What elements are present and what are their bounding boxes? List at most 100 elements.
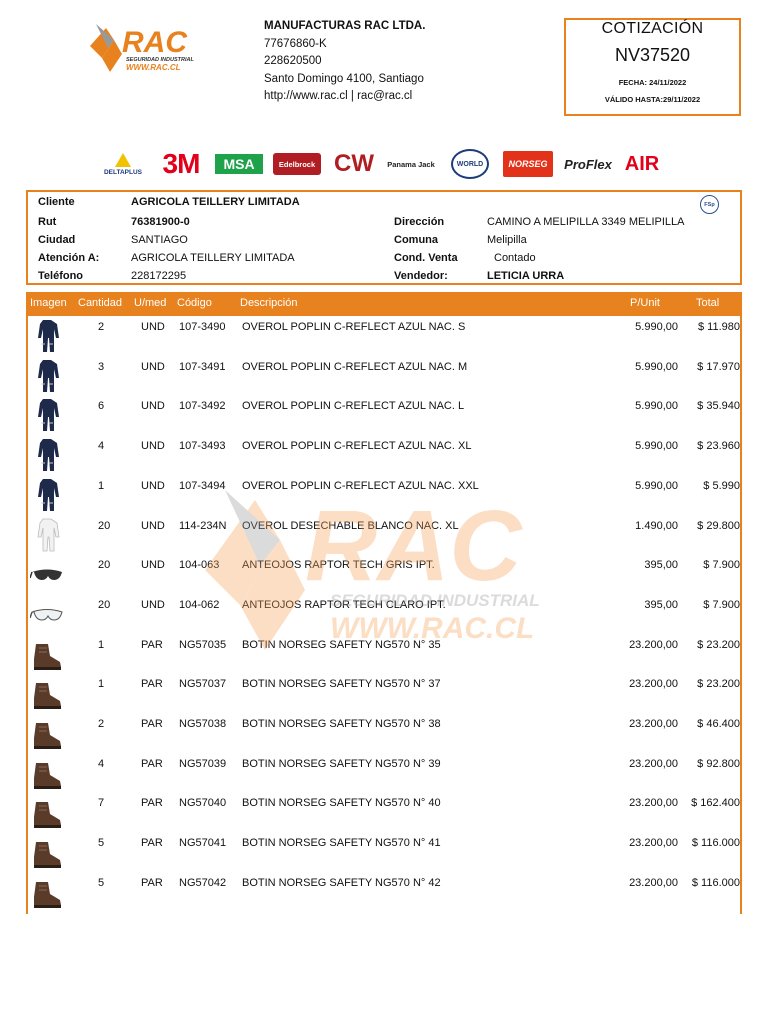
cell-descripcion: BOTIN NORSEG SAFETY NG570 N° 42 (242, 876, 441, 889)
brand-msa-logo: MSA (214, 146, 264, 182)
company-info: MANUFACTURAS RAC LTDA. 77676860-K 228620… (264, 18, 425, 106)
cell-umed: PAR (141, 718, 163, 730)
company-rut: 77676860-K (264, 37, 327, 50)
table-header: Imagen Cantidad U/med Código Descripción… (26, 292, 742, 316)
boot-icon (30, 636, 64, 672)
cell-codigo: 107-3494 (179, 479, 226, 492)
cell-descripcion: BOTIN NORSEG SAFETY NG570 N° 35 (242, 638, 441, 651)
boot-icon (30, 794, 64, 830)
boot-icon (30, 834, 64, 870)
cell-codigo: NG57039 (179, 757, 227, 770)
cell-descripcion: OVEROL POPLIN C-REFLECT AZUL NAC. S (242, 321, 466, 333)
cell-cantidad: 20 (98, 519, 111, 532)
cell-punit: 23.200,00 (629, 638, 678, 651)
cell-umed: UND (141, 400, 165, 413)
cell-codigo: 114-234N (179, 519, 227, 532)
company-name: MANUFACTURAS RAC LTDA. (264, 20, 426, 32)
brand-world-logo: WORLD (450, 146, 490, 182)
table-row: 7 PAR NG57040 BOTIN NORSEG SAFETY NG570 N° … (28, 792, 744, 832)
table-row: 1 PAR NG57035 BOTIN NORSEG SAFETY NG570 N° … (28, 634, 744, 674)
company-web[interactable]: http://www.rac.cl | rac@rac.cl (264, 88, 425, 106)
cell-punit: 23.200,00 (629, 876, 678, 889)
cell-descripcion: OVEROL POPLIN C-REFLECT AZUL NAC. M (242, 360, 468, 373)
cell-descripcion: BOTIN NORSEG SAFETY NG570 N° 39 (242, 757, 441, 770)
glasses-clear-icon (29, 596, 64, 632)
cell-codigo: 107-3492 (179, 400, 226, 413)
cell-cantidad: 20 (98, 559, 111, 572)
table-row: 5 PAR NG57042 BOTIN NORSEG SAFETY NG570 N° … (28, 872, 744, 912)
label-atencion: Atención A: (38, 252, 100, 264)
header-codigo: Código (177, 297, 212, 309)
company-address: Santo Domingo 4100, Santiago (264, 72, 424, 85)
cell-punit: 5.990,00 (635, 400, 678, 413)
cell-punit: 395,00 (644, 598, 678, 611)
cell-descripcion: BOTIN NORSEG SAFETY NG570 N° 40 (242, 797, 441, 810)
cell-punit: 395,00 (644, 559, 678, 572)
cell-punit: 5.990,00 (635, 440, 678, 453)
cell-codigo: NG57035 (179, 638, 227, 651)
table-row: 6 UND 107-3492 OVEROL POPLIN C-REFLECT AZUL… (28, 395, 744, 435)
boot-icon (30, 675, 64, 711)
boot-icon (30, 874, 64, 910)
cell-total: $ 162.400 (691, 797, 740, 810)
cell-descripcion: BOTIN NORSEG SAFETY NG570 N° 37 (242, 678, 441, 691)
cell-codigo: NG57042 (179, 876, 227, 889)
quote-valid: VÁLIDO HASTA:29/11/2022 (604, 95, 701, 104)
brand-strip: DELTAPLUS 3M MSA Edelbrock CW Panama Jac… (96, 146, 676, 182)
svg-text:RAC: RAC (122, 26, 188, 59)
cell-codigo: NG57041 (179, 837, 227, 850)
cell-descripcion: ANTEOJOS RAPTOR TECH CLARO IPT. (242, 598, 446, 611)
quote-box: COTIZACIÓN NV37520 FECHA: 24/11/2022 VÁL… (564, 18, 741, 116)
client-attention: AGRICOLA TEILLERY LIMITADA (131, 252, 295, 264)
cell-cantidad: 2 (98, 321, 105, 333)
table-row: 2 PAR NG57038 BOTIN NORSEG SAFETY NG570 N° … (28, 713, 744, 753)
brand-3m-logo: 3M (162, 148, 201, 179)
client-info-box: Cliente AGRICOLA TEILLERY LIMITADA Rut 7… (26, 190, 742, 285)
overall-dark-icon (30, 397, 64, 433)
cell-umed: PAR (141, 837, 163, 850)
cell-punit: 1.490,00 (635, 519, 678, 532)
cell-descripcion: BOTIN NORSEG SAFETY NG570 N° 41 (242, 837, 441, 850)
overall-dark-icon (30, 318, 64, 354)
header-total: Total (696, 297, 720, 309)
table-row: 1 UND 107-3494 OVEROL POPLIN C-REFLECT AZUL… (28, 475, 744, 515)
table-row: 3 UND 107-3491 OVEROL POPLIN C-REFLECT AZUL… (28, 356, 744, 396)
certification-badge-icon: FSp (700, 195, 719, 214)
cell-cantidad: 4 (98, 757, 105, 770)
header-umed: U/med (134, 297, 167, 309)
brand-cw-logo: CW (334, 150, 374, 177)
client-rut: 76381900-0 (131, 216, 190, 228)
cell-umed: UND (141, 440, 165, 453)
cell-codigo: NG57040 (179, 797, 227, 810)
company-phone: 228620500 (264, 55, 322, 67)
cell-umed: PAR (141, 638, 163, 651)
cell-umed: UND (141, 360, 165, 373)
cell-umed: PAR (141, 876, 163, 889)
overall-dark-icon (30, 477, 64, 513)
cell-codigo: NG57037 (179, 678, 227, 691)
cell-cantidad: 7 (98, 797, 105, 810)
cell-punit: 23.200,00 (629, 757, 678, 770)
cell-codigo: 107-3493 (179, 440, 226, 453)
client-address: CAMINO A MELIPILLA 3349 MELIPILLA (487, 216, 685, 228)
overall-dark-icon (30, 437, 64, 473)
cell-punit: 5.990,00 (635, 360, 678, 373)
overall-dark-icon (30, 358, 64, 394)
cell-umed: PAR (141, 797, 163, 810)
cell-total: $ 7.900 (703, 598, 740, 611)
cell-total: $ 23.960 (697, 440, 740, 453)
cell-codigo: 107-3490 (179, 321, 226, 333)
cell-total: $ 5.990 (703, 479, 740, 492)
rac-logo: RAC SEGURIDAD INDUSTRIAL WWW.RAC.CL (88, 18, 208, 74)
cell-punit: 23.200,00 (629, 678, 678, 691)
cell-punit: 5.990,00 (635, 321, 678, 333)
table-row: 20 UND 104-062 ANTEOJOS RAPTOR TECH CLARO I… (28, 594, 744, 634)
cell-codigo: 104-063 (179, 559, 220, 572)
cell-cantidad: 6 (98, 400, 105, 413)
cell-total: $ 23.200 (697, 678, 740, 691)
cell-umed: PAR (141, 757, 163, 770)
cell-umed: UND (141, 559, 165, 572)
cell-codigo: NG57038 (179, 718, 227, 730)
brand-proflex-logo: ProFlex (564, 156, 612, 172)
brand-norseg-logo: NORSEG (502, 146, 554, 182)
